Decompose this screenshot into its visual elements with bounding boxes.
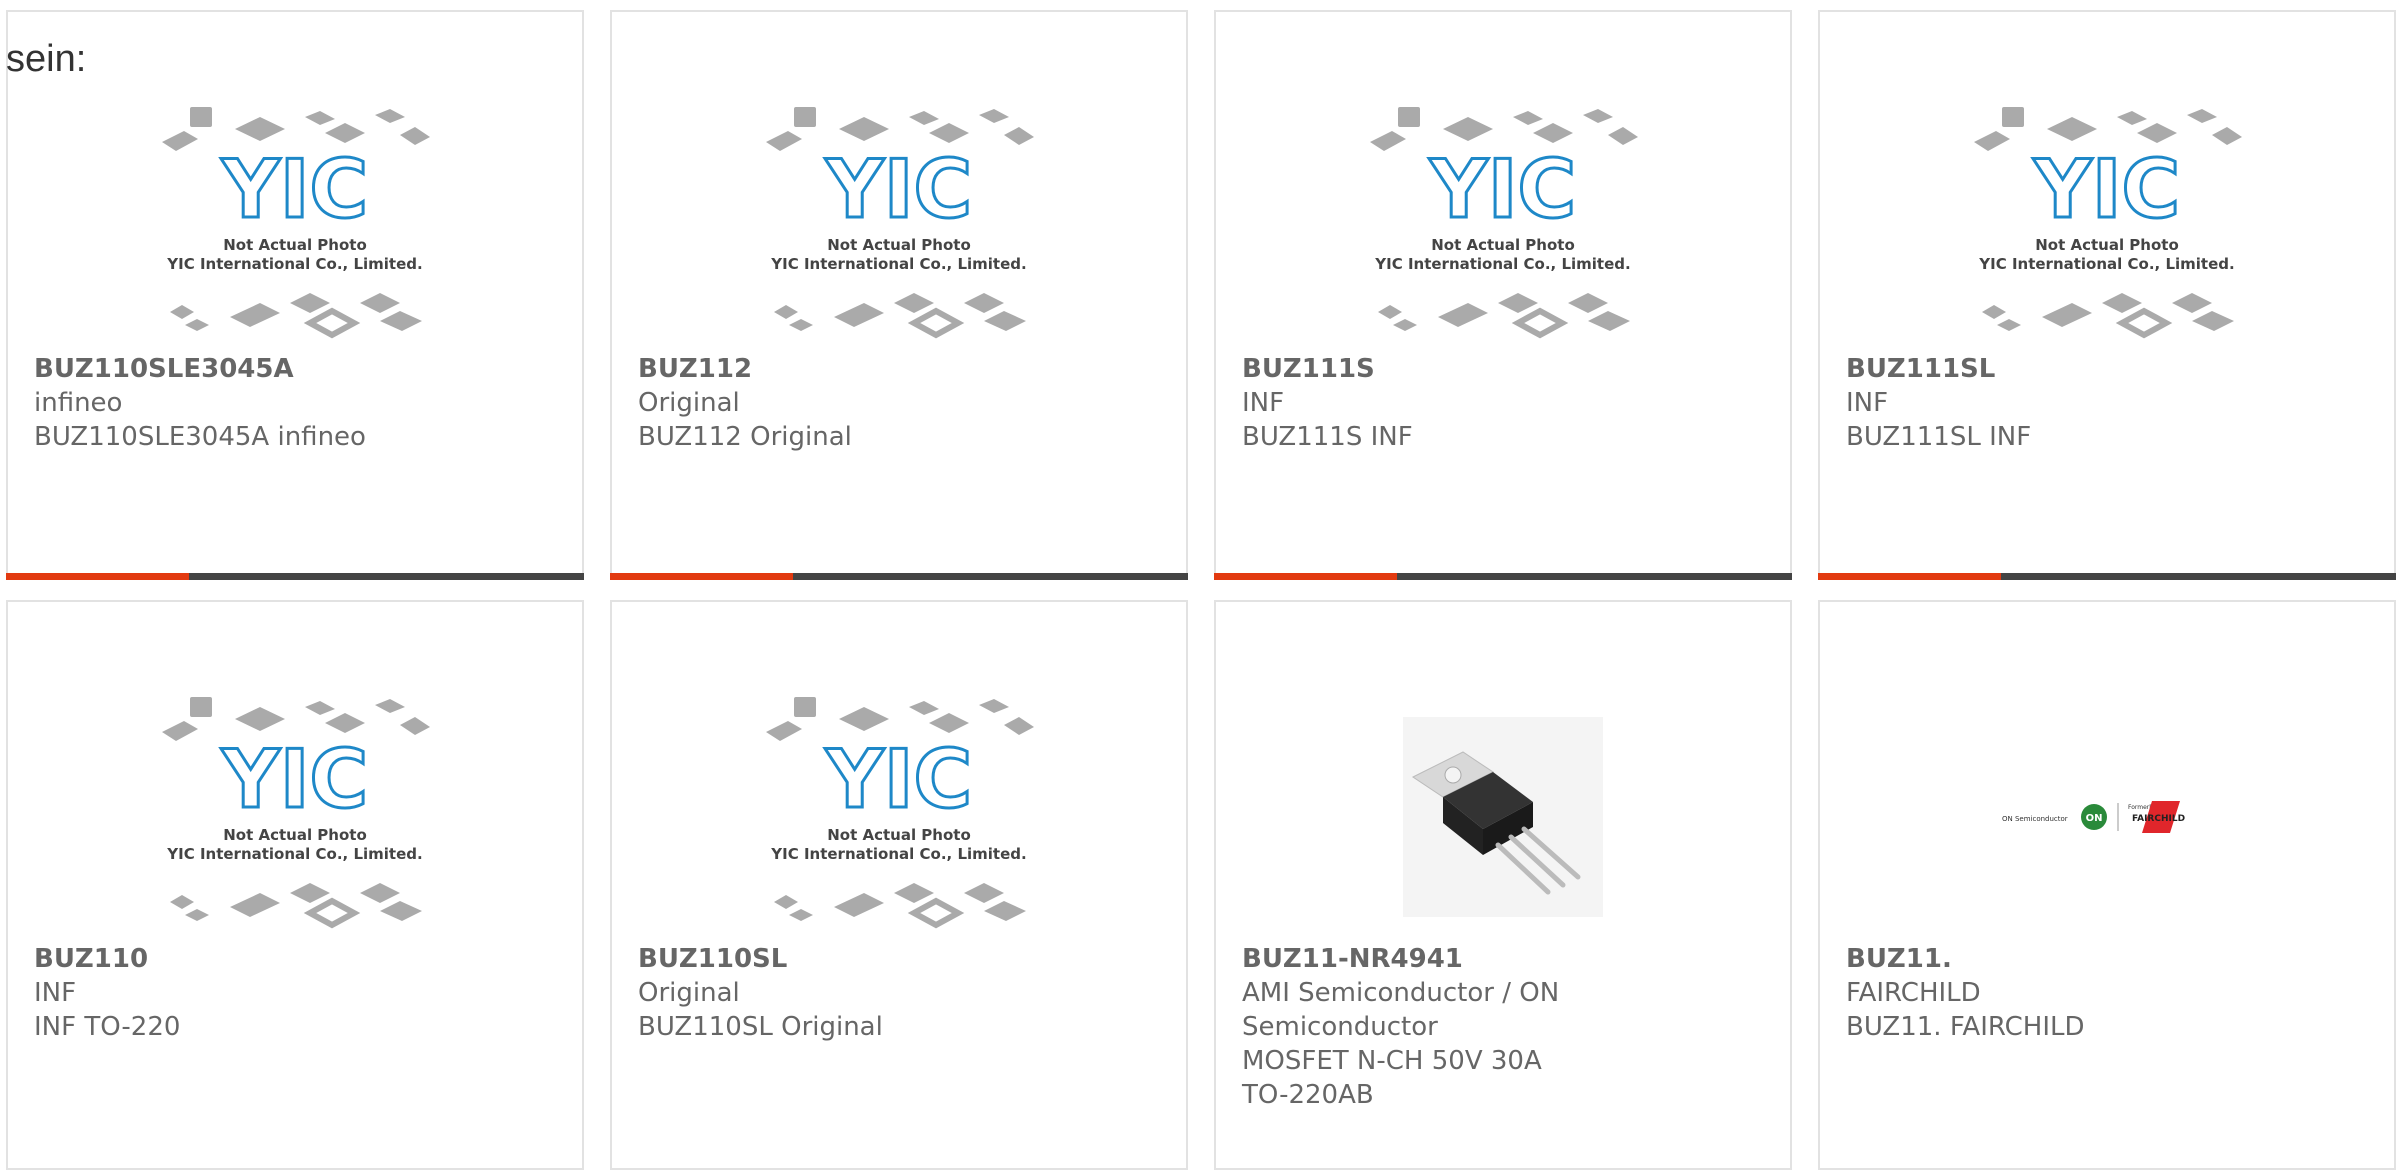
yic-placeholder-image: YIC Not Actual Photo YIC International C…: [766, 697, 1034, 929]
brand: Original: [638, 388, 740, 418]
svg-text:ON Semiconductor: ON Semiconductor: [2002, 815, 2068, 823]
svg-text:Not Actual Photo: Not Actual Photo: [827, 826, 971, 844]
product-card[interactable]: YIC Not Actual Photo YIC International C…: [610, 600, 1188, 1170]
svg-text:YIC International Co., Limited: YIC International Co., Limited.: [166, 255, 422, 273]
product-image[interactable]: YIC Not Actual Photo YIC International C…: [1820, 92, 2394, 362]
brand: FAIRCHILD: [1846, 978, 1981, 1008]
description: BUZ110SL Original: [638, 1012, 883, 1042]
yic-logo: YIC: [221, 143, 368, 236]
product-card[interactable]: YIC Not Actual Photo YIC International C…: [1214, 10, 1792, 580]
svg-text:FAIRCHILD: FAIRCHILD: [2132, 814, 2185, 824]
svg-text:ON: ON: [2086, 813, 2103, 824]
part-number[interactable]: BUZ11-NR4941: [1242, 942, 1582, 976]
product-card[interactable]: ON Semiconductor ON Formerly FAIRCHILD B…: [1818, 600, 2396, 1170]
product-image[interactable]: ON Semiconductor ON Formerly FAIRCHILD: [1820, 682, 2394, 952]
svg-text:Not Actual Photo: Not Actual Photo: [223, 236, 367, 254]
yic-logo: YIC: [1429, 143, 1576, 236]
yic-logo: YIC: [825, 733, 972, 826]
svg-text:YIC International Co., Limited: YIC International Co., Limited.: [770, 255, 1026, 273]
part-number[interactable]: BUZ110SL: [638, 942, 978, 976]
part-number[interactable]: BUZ111SL: [1846, 352, 2186, 386]
description: MOSFET N-CH 50V 30A TO-220AB: [1242, 1046, 1542, 1110]
card-bottom-bar: [610, 573, 1188, 580]
product-card[interactable]: BUZ11-NR4941 AMI Semiconductor / ON Semi…: [1214, 600, 1792, 1170]
description: BUZ111SL INF: [1846, 422, 2032, 452]
yic-placeholder-image: YIC Not Actual Photo YIC International C…: [1370, 107, 1638, 339]
description: BUZ111S INF: [1242, 422, 1413, 452]
yic-logo: YIC: [2033, 143, 2180, 236]
product-image[interactable]: YIC Not Actual Photo YIC International C…: [1216, 92, 1790, 362]
brand: INF: [34, 978, 77, 1008]
card-bottom-bar: [1214, 573, 1792, 580]
yic-logo: YIC: [825, 143, 972, 236]
product-image[interactable]: YIC Not Actual Photo YIC International C…: [8, 92, 582, 362]
brand: infineo: [34, 388, 123, 418]
part-number[interactable]: BUZ110: [34, 942, 374, 976]
to220-transistor-image: [1403, 717, 1603, 917]
svg-text:Not Actual Photo: Not Actual Photo: [223, 826, 367, 844]
svg-text:Not Actual Photo: Not Actual Photo: [1431, 236, 1575, 254]
yic-placeholder-image: YIC Not Actual Photo YIC International C…: [162, 107, 430, 339]
part-number[interactable]: BUZ110SLE3045A: [34, 352, 374, 386]
brand: INF: [1846, 388, 1889, 418]
part-number[interactable]: BUZ11.: [1846, 942, 2186, 976]
description: BUZ112 Original: [638, 422, 852, 452]
card-bottom-bar: [1818, 573, 2396, 580]
on-fairchild-logo: ON Semiconductor ON Formerly FAIRCHILD: [2002, 801, 2185, 833]
svg-text:YIC International Co., Limited: YIC International Co., Limited.: [770, 845, 1026, 863]
svg-text:YIC International Co., Limited: YIC International Co., Limited.: [1978, 255, 2234, 273]
description: INF TO-220: [34, 1012, 181, 1042]
svg-text:YIC International Co., Limited: YIC International Co., Limited.: [1374, 255, 1630, 273]
product-card[interactable]: YIC Not Actual Photo YIC International C…: [1818, 10, 2396, 580]
yic-placeholder-image: YIC Not Actual Photo YIC International C…: [162, 697, 430, 929]
yic-logo: YIC: [221, 733, 368, 826]
brand: AMI Semiconductor / ON Semiconductor: [1242, 978, 1560, 1042]
svg-text:Not Actual Photo: Not Actual Photo: [2035, 236, 2179, 254]
yic-placeholder-image: YIC Not Actual Photo YIC International C…: [766, 107, 1034, 339]
product-image[interactable]: YIC Not Actual Photo YIC International C…: [612, 92, 1186, 362]
product-card[interactable]: YIC Not Actual Photo YIC International C…: [610, 10, 1188, 580]
description: BUZ110SLE3045A infineo: [34, 422, 366, 452]
brand: INF: [1242, 388, 1285, 418]
product-image[interactable]: YIC Not Actual Photo YIC International C…: [8, 682, 582, 952]
brand: Original: [638, 978, 740, 1008]
lead-text: sein:: [6, 38, 87, 80]
product-card[interactable]: YIC Not Actual Photo YIC International C…: [6, 10, 584, 580]
svg-text:YIC International Co., Limited: YIC International Co., Limited.: [166, 845, 422, 863]
part-number[interactable]: BUZ111S: [1242, 352, 1582, 386]
part-number[interactable]: BUZ112: [638, 352, 978, 386]
product-image[interactable]: [1216, 682, 1790, 952]
product-image[interactable]: YIC Not Actual Photo YIC International C…: [612, 682, 1186, 952]
svg-text:Not Actual Photo: Not Actual Photo: [827, 236, 971, 254]
yic-placeholder-image: YIC Not Actual Photo YIC International C…: [1974, 107, 2242, 339]
product-card[interactable]: YIC Not Actual Photo YIC International C…: [6, 600, 584, 1170]
card-bottom-bar: [6, 573, 584, 580]
description: BUZ11. FAIRCHILD: [1846, 1012, 2085, 1042]
